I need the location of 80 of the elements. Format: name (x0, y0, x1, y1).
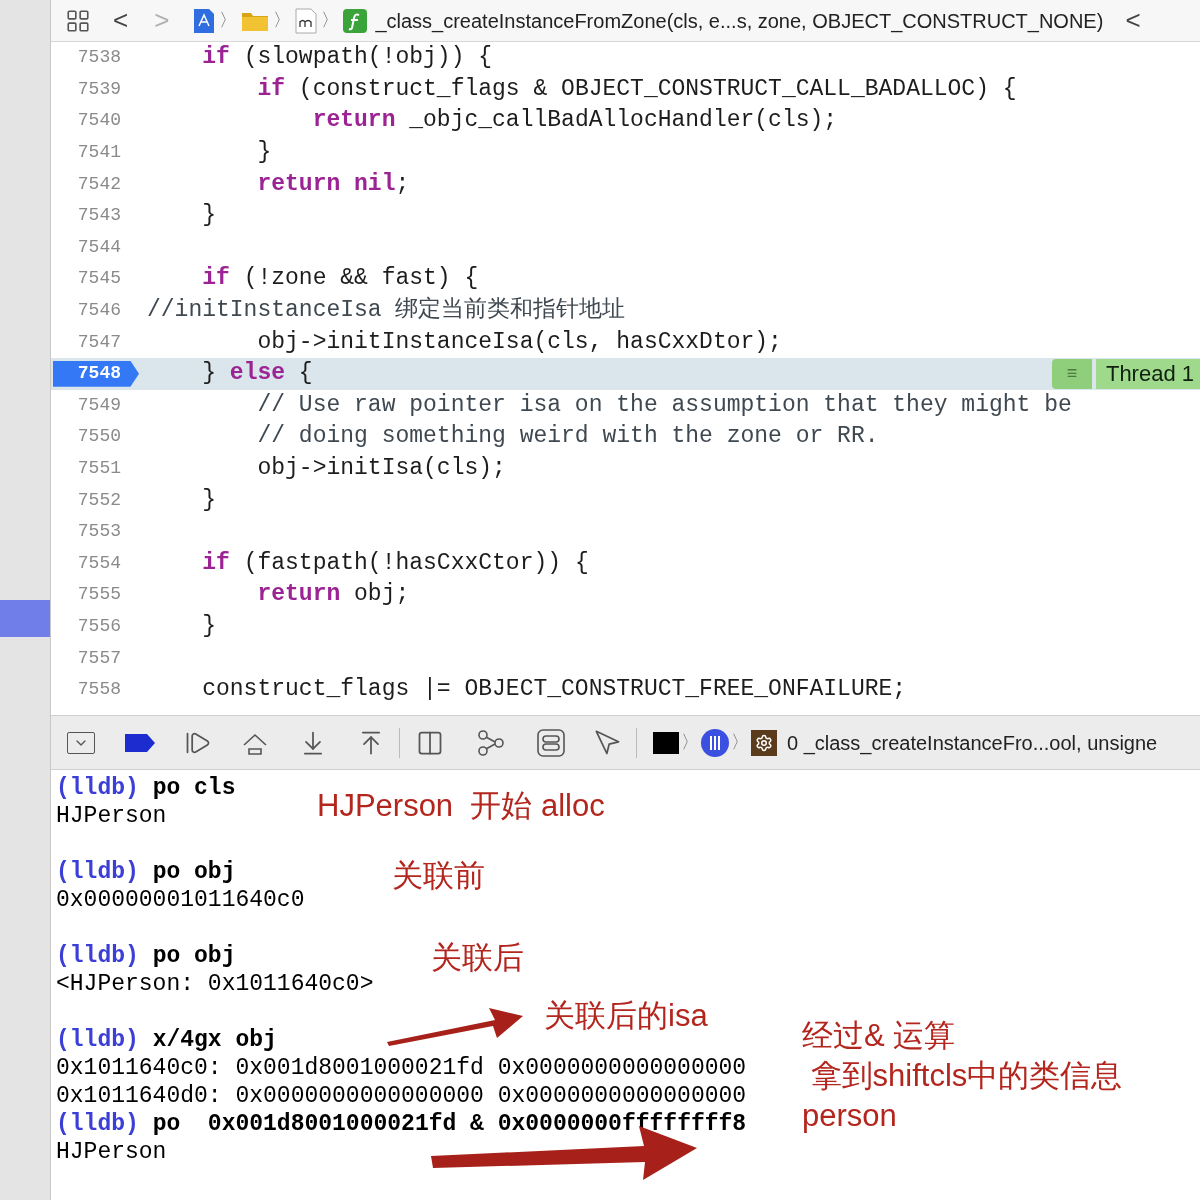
console-output: 0x00000001011640c0 (56, 886, 305, 911)
stack-frame-label[interactable]: 0 _class_createInstanceFro...ool, unsigne (787, 727, 1158, 758)
console-output: HJPerson (56, 802, 167, 827)
line-number: 7550 (77, 425, 122, 449)
thread-icon[interactable] (701, 728, 729, 757)
path-separator: 〉 (219, 9, 238, 32)
related-items-icon[interactable] (65, 7, 91, 34)
line-number: 7543 (77, 204, 122, 228)
location-icon[interactable] (594, 728, 622, 757)
memory-graph-icon[interactable] (476, 727, 506, 758)
line-number: 7553 (77, 520, 122, 544)
line-number: 7540 (77, 109, 122, 133)
annotation-text: 拿到shiftcls中的类信息 (809, 1060, 1123, 1091)
code-line: return obj; (256, 583, 410, 607)
line-number: 7554 (77, 551, 122, 575)
console-output: 0x1011640d0: 0x0000000000000000 0x0000000000000000 (56, 1082, 747, 1107)
annotation-text: 关联后 (431, 942, 524, 973)
path-separator: 〉 (731, 731, 749, 754)
line-number: 7548 (53, 360, 139, 387)
function-name[interactable]: _class_createInstanceFromZone(cls, e...s, zone, OBJECT_CONSTRUCT_NONE) (375, 5, 1104, 36)
annotation-text: person (802, 1100, 897, 1131)
line-number: 7538 (77, 46, 122, 70)
console-output: <HJPerson: 0x1011640c0> (56, 970, 374, 995)
line-number: 7557 (77, 646, 122, 670)
code-line: if (fastpath(!hasCxxCtor)) { (201, 551, 589, 575)
selection-highlight (0, 600, 50, 637)
console-command: (lldb) x/4gx obj (56, 1026, 277, 1051)
annotation-text: 关联后的isa (544, 1000, 708, 1031)
code-line: return nil; (256, 172, 410, 196)
line-number: 7544 (77, 235, 122, 259)
code-line: construct_flags |= OBJECT_CONSTRUCT_FREE_ONFAILURE; (201, 678, 907, 702)
code-line: } (201, 615, 216, 638)
function-icon[interactable] (343, 8, 368, 33)
code-line: // Use raw pointer isa on the assumption that they might be (256, 393, 1072, 417)
code-line: obj->initIsa(cls); (256, 457, 506, 480)
line-number: 7545 (77, 267, 122, 291)
line-number: 7541 (77, 141, 122, 165)
terminal-icon[interactable] (653, 731, 679, 754)
code-line: if (construct_flags & OBJECT_CONSTRUCT_CALL_BADALLOC) { (256, 77, 1017, 101)
code-line: } (201, 488, 216, 512)
line-number: 7558 (77, 678, 122, 702)
line-number: 7551 (77, 457, 122, 480)
code-line: return _objc_callBadAllocHandler(cls); (311, 109, 838, 133)
app-icon[interactable] (193, 7, 216, 34)
back-button[interactable]: < (1125, 1, 1141, 40)
console-command: (lldb) po cls (56, 774, 236, 799)
console-command: (lldb) po obj (56, 858, 236, 883)
annotation-text: 关联前 (392, 860, 485, 891)
line-number: 7539 (77, 77, 122, 101)
source-file-icon[interactable] (295, 7, 318, 34)
console-command: (lldb) po 0x001d8001000021fd & 0x0000000ffffffff8 (56, 1110, 747, 1135)
stack-frame-icon[interactable] (751, 729, 777, 756)
code-line: obj->initInstanceIsa(cls, hasCxxDtor); (256, 330, 782, 354)
line-number: 7549 (77, 393, 122, 417)
path-separator: 〉 (681, 731, 699, 754)
code-line: } (201, 204, 216, 228)
annotation-text: HJPerson 开始 alloc (317, 790, 605, 821)
line-number: 7552 (77, 488, 122, 512)
console-command: (lldb) po obj (56, 942, 236, 967)
annotation-text: 经过& 运算 (802, 1020, 956, 1051)
line-number: 7546 (77, 299, 122, 323)
code-line: if (!zone && fast) { (201, 267, 479, 291)
code-line: //initInstanceIsa 绑定当前类和指针地址 (146, 299, 626, 323)
thread-label: Thread 1 (1095, 358, 1200, 389)
console-output: HJPerson (56, 1138, 167, 1163)
code-line: // doing something weird with the zone or RR. (256, 425, 879, 449)
line-number: 7556 (77, 615, 122, 638)
line-number: 7542 (77, 172, 122, 196)
code-line: } (256, 141, 272, 165)
console-output: 0x1011640c0: 0x001d8001000021fd 0x0000000000000000 (56, 1054, 747, 1079)
line-number: 7547 (77, 330, 122, 354)
code-line: if (slowpath(!obj)) { (201, 46, 493, 70)
path-separator: 〉 (321, 9, 340, 32)
hide-debug-area-button[interactable] (67, 731, 95, 754)
code-line: } else { (201, 362, 313, 386)
line-number: 7555 (77, 583, 122, 607)
breakpoint-icon[interactable] (125, 733, 155, 752)
environment-overrides-icon[interactable] (536, 727, 566, 758)
back-button[interactable]: < (113, 1, 129, 40)
path-separator: 〉 (273, 9, 292, 32)
